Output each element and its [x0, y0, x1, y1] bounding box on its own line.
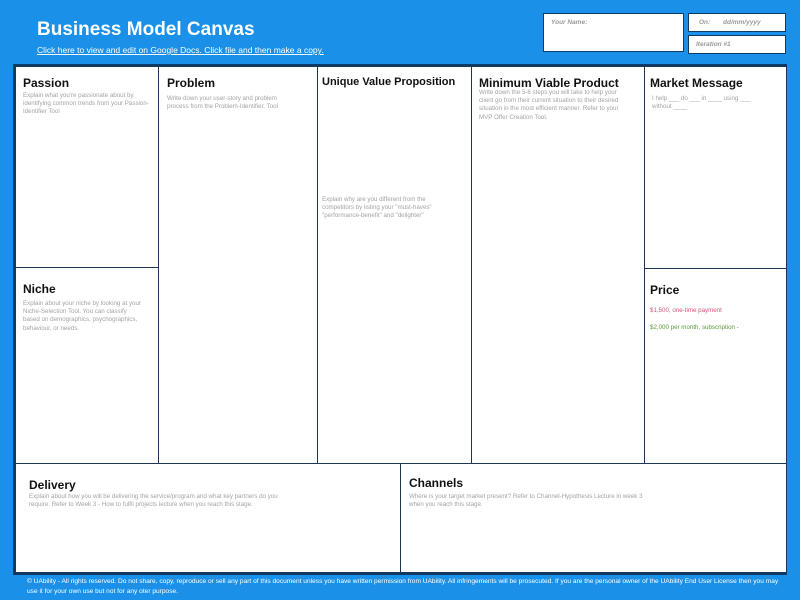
copyright-footer: © UAbility - All rights reserved. Do not… [27, 578, 779, 595]
niche-section[interactable]: Niche Explain about your niche by lookin… [15, 267, 159, 464]
passion-section[interactable]: Passion Explain what you're passionate a… [15, 66, 159, 269]
problem-title: Problem [167, 76, 216, 90]
iteration-field[interactable]: Iteration #1 [688, 35, 786, 54]
uvp-hint: Explain why are you different from the c… [322, 196, 432, 220]
market-message-hint: I help ___ do ___ in ____ using ___ with… [652, 95, 751, 111]
canvas-grid: Passion Explain what you're passionate a… [13, 64, 787, 575]
passion-title: Passion [23, 76, 70, 90]
uvp-title: Unique Value Proposition [322, 76, 456, 88]
niche-hint: Explain about your niche by looking at y… [23, 300, 141, 332]
mvp-title: Minimum Viable Product [479, 76, 619, 90]
delivery-hint: Explain about how you will be delivering… [29, 493, 278, 509]
niche-title: Niche [23, 282, 56, 296]
your-name-label: Your Name: [551, 19, 588, 26]
price-title: Price [650, 283, 680, 297]
mvp-hint: Write down the 5-6 steps you will take t… [479, 89, 619, 121]
delivery-title: Delivery [29, 478, 76, 492]
price-line-2: $2,000 per month, subscription - [650, 324, 739, 331]
page-title: Business Model Canvas [37, 19, 255, 40]
price-section[interactable]: Price $1,500, one-time payment $2,000 pe… [644, 268, 787, 464]
channels-hint: Where is your target market present? Ref… [409, 493, 643, 509]
date-field[interactable]: On: dd/mm/yyyy [688, 13, 786, 32]
problem-hint: Write down your user-story and problem p… [167, 95, 278, 111]
your-name-field[interactable]: Your Name: [543, 13, 684, 52]
on-label: On: [699, 19, 711, 26]
date-placeholder: dd/mm/yyyy [723, 19, 761, 26]
passion-hint: Explain what you're passionate about by … [23, 92, 149, 116]
iteration-label: Iteration #1 [696, 41, 731, 48]
market-message-title: Market Message [650, 76, 743, 90]
mvp-section[interactable]: Minimum Viable Product Write down the 5-… [471, 66, 645, 464]
market-message-section[interactable]: Market Message I help ___ do ___ in ____… [644, 66, 787, 269]
uvp-section[interactable]: Unique Value Proposition Explain why are… [317, 66, 472, 464]
delivery-section[interactable]: Delivery Explain about how you will be d… [15, 463, 401, 573]
channels-section[interactable]: Channels Where is your target market pre… [400, 463, 787, 573]
google-docs-link[interactable]: Click here to view and edit on Google Do… [37, 45, 324, 55]
channels-title: Channels [409, 476, 464, 490]
price-line-1: $1,500, one-time payment [650, 307, 722, 314]
problem-section[interactable]: Problem Write down your user-story and p… [158, 66, 318, 464]
